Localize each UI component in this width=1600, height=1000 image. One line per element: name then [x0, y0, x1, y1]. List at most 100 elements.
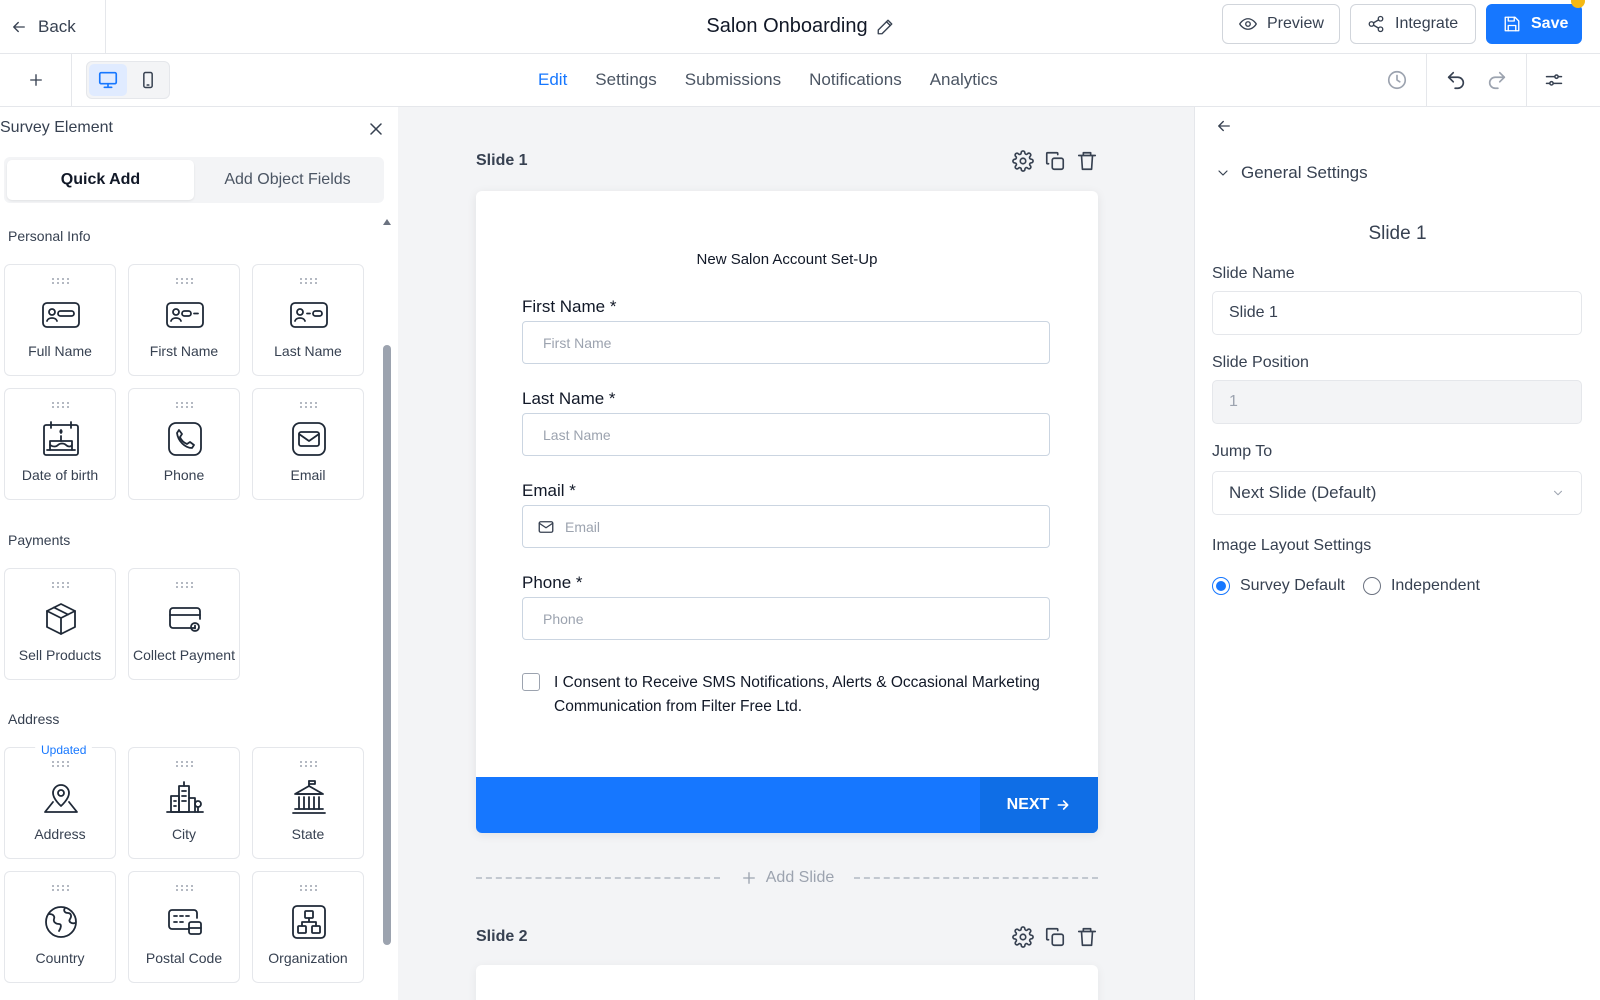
element-card-phone[interactable]: Phone: [128, 388, 240, 500]
element-card-label: Last Name: [274, 343, 342, 359]
copy-icon[interactable]: [1044, 926, 1066, 948]
element-card-label: State: [291, 826, 325, 842]
slide-settings-panel: General Settings Slide 1 Slide Name Slid…: [1194, 107, 1600, 1000]
desktop-view-button[interactable]: [89, 64, 127, 96]
add-slide-button[interactable]: Add Slide: [740, 869, 834, 887]
element-card-organization[interactable]: Organization: [252, 871, 364, 983]
general-settings-label: General Settings: [1241, 163, 1368, 182]
last-name-input[interactable]: Last Name: [522, 413, 1050, 456]
next-button[interactable]: NEXT: [980, 777, 1098, 833]
email-input[interactable]: Email: [522, 505, 1050, 548]
element-card-country[interactable]: Country: [4, 871, 116, 983]
slide-name-input[interactable]: Slide 1: [1212, 291, 1582, 335]
element-card-first-name[interactable]: First Name: [128, 264, 240, 376]
email-placeholder: Email: [565, 518, 601, 535]
element-card-full-name[interactable]: Full Name: [4, 264, 116, 376]
element-card-state[interactable]: State: [252, 747, 364, 859]
drag-handle-icon[interactable]: [299, 760, 319, 768]
redo-icon[interactable]: [1484, 67, 1510, 93]
scroll-up-icon[interactable]: [382, 217, 392, 227]
element-card-sell-products[interactable]: Sell Products: [4, 568, 116, 680]
drag-handle-icon[interactable]: [51, 884, 71, 892]
slide-position-value: 1: [1229, 393, 1238, 410]
sliders-icon[interactable]: [1541, 67, 1567, 93]
phone-input[interactable]: Phone: [522, 597, 1050, 640]
preview-button[interactable]: Preview: [1222, 4, 1340, 44]
drag-handle-icon[interactable]: [51, 277, 71, 285]
tab-analytics[interactable]: Analytics: [930, 70, 998, 90]
tab-submissions[interactable]: Submissions: [685, 70, 781, 90]
element-card-email[interactable]: Email: [252, 388, 364, 500]
element-card-label: Full Name: [28, 343, 92, 359]
gear-icon[interactable]: [1012, 926, 1034, 948]
divider-dashed: [476, 877, 720, 879]
last-name-label: Last Name *: [522, 389, 616, 408]
tab-quick-add[interactable]: Quick Add: [7, 160, 194, 200]
mail-icon: [537, 518, 555, 536]
slide-footer-bar: NEXT: [476, 777, 1098, 833]
element-card-address[interactable]: Updated Address: [4, 741, 116, 859]
tab-settings[interactable]: Settings: [595, 70, 656, 90]
element-card-collect-payment[interactable]: Collect Payment: [128, 568, 240, 680]
main-tabs: Edit Settings Submissions Notifications …: [538, 54, 998, 106]
element-card-label: Country: [35, 950, 85, 966]
element-card-city[interactable]: City: [128, 747, 240, 859]
trash-icon[interactable]: [1076, 926, 1098, 948]
drag-handle-icon[interactable]: [175, 401, 195, 409]
notification-dot: [1571, 0, 1585, 8]
pencil-icon[interactable]: [876, 18, 894, 36]
save-label: Save: [1531, 15, 1569, 32]
element-card-date-of-birth[interactable]: Date of birth: [4, 388, 116, 500]
drag-handle-icon[interactable]: [51, 581, 71, 589]
drag-handle-icon[interactable]: [175, 581, 195, 589]
divider-dashed: [854, 877, 1098, 879]
scrollbar-thumb[interactable]: [383, 345, 391, 945]
back-button[interactable]: Back: [0, 0, 106, 53]
history-icon[interactable]: [1384, 67, 1410, 93]
copy-icon[interactable]: [1044, 150, 1066, 172]
element-card-last-name[interactable]: Last Name: [252, 264, 364, 376]
close-icon[interactable]: [366, 119, 386, 139]
drag-handle-icon[interactable]: [175, 277, 195, 285]
integrate-button[interactable]: Integrate: [1350, 4, 1476, 44]
jump-to-select[interactable]: Next Slide (Default): [1212, 471, 1582, 515]
box-icon: [41, 599, 81, 639]
drag-handle-icon[interactable]: [51, 401, 71, 409]
general-settings-toggle[interactable]: General Settings: [1215, 163, 1368, 183]
first-name-input[interactable]: First Name: [522, 321, 1050, 364]
drag-handle-icon[interactable]: [299, 277, 319, 285]
add-element-button[interactable]: [0, 54, 72, 106]
element-card-label: City: [171, 826, 197, 842]
slide-1-actions: [1012, 150, 1098, 172]
drag-handle-icon[interactable]: [299, 401, 319, 409]
city-icon: [165, 778, 205, 818]
editor-toolbar: Edit Settings Submissions Notifications …: [0, 54, 1600, 107]
left-panel-scrollbar[interactable]: [382, 217, 392, 1000]
element-source-tabs: Quick Add Add Object Fields: [4, 157, 384, 203]
tab-notifications[interactable]: Notifications: [809, 70, 902, 90]
consent-checkbox[interactable]: [522, 673, 540, 691]
undo-icon[interactable]: [1443, 67, 1469, 93]
tab-add-object-fields[interactable]: Add Object Fields: [194, 160, 381, 200]
drag-handle-icon[interactable]: [175, 760, 195, 768]
floppy-disk-icon: [1503, 15, 1521, 33]
chevron-down-icon: [1551, 486, 1565, 500]
save-button[interactable]: Save: [1486, 4, 1582, 44]
element-card-postal-code[interactable]: Postal Code: [128, 871, 240, 983]
birthday-cake-icon: [41, 419, 81, 459]
trash-icon[interactable]: [1076, 150, 1098, 172]
arrow-left-icon[interactable]: [1215, 117, 1233, 135]
element-card-label: First Name: [149, 343, 219, 359]
postal-icon: [165, 902, 205, 942]
drag-handle-icon[interactable]: [299, 884, 319, 892]
drag-handle-icon[interactable]: [51, 760, 71, 768]
mobile-view-button[interactable]: [129, 64, 167, 96]
radio-survey-default[interactable]: Survey Default: [1212, 577, 1345, 595]
radio-label: Independent: [1390, 577, 1480, 594]
tab-edit[interactable]: Edit: [538, 70, 567, 90]
radio-independent[interactable]: Independent: [1362, 577, 1480, 595]
gear-icon[interactable]: [1012, 150, 1034, 172]
slide-1-title: Slide 1: [476, 152, 528, 169]
drag-handle-icon[interactable]: [175, 884, 195, 892]
arrow-left-icon: [10, 18, 28, 36]
